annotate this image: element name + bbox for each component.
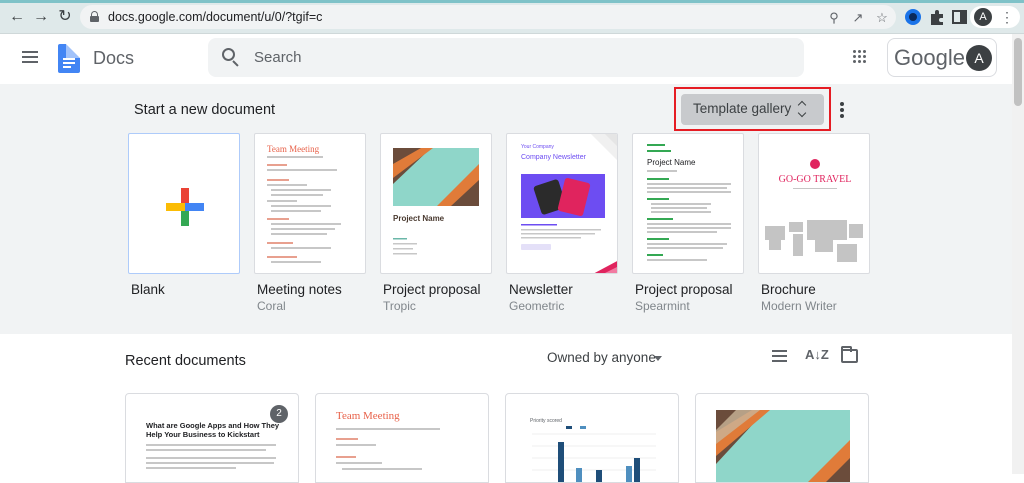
doc-preview-heading: Team Meeting bbox=[336, 410, 400, 422]
template-thumbnail[interactable]: Project Name bbox=[632, 133, 744, 274]
doc-preview-chart bbox=[532, 426, 656, 482]
template-subtitle: Tropic bbox=[383, 299, 416, 313]
profile-chip[interactable]: A ⋮ bbox=[970, 6, 1020, 28]
plus-icon-bar bbox=[166, 203, 204, 211]
template-thumbnail[interactable]: Project Name bbox=[380, 133, 492, 274]
lock-icon[interactable] bbox=[90, 11, 99, 22]
sidepanel-icon[interactable] bbox=[951, 8, 969, 26]
search-bar[interactable] bbox=[208, 38, 804, 77]
search-input[interactable] bbox=[254, 38, 794, 77]
template-subtitle: Spearmint bbox=[635, 299, 690, 313]
thumb-title: Company Newsletter bbox=[521, 154, 586, 161]
tropic-art bbox=[393, 148, 479, 255]
google-account-button[interactable]: Google A bbox=[887, 38, 997, 77]
app-name[interactable]: Docs bbox=[93, 48, 134, 69]
template-name: Newsletter bbox=[509, 282, 573, 297]
template-name: Project proposal bbox=[635, 282, 733, 297]
recent-doc-card[interactable]: Team Meeting bbox=[315, 393, 489, 483]
section-title: Start a new document bbox=[134, 102, 276, 118]
thumb-company: Your Company bbox=[521, 144, 554, 150]
back-icon[interactable]: ← bbox=[8, 8, 26, 26]
address-bar[interactable]: docs.google.com/document/u/0/?tgif=c ⚲ ↗… bbox=[80, 5, 896, 29]
recent-documents-title: Recent documents bbox=[125, 353, 246, 369]
search-icon[interactable] bbox=[222, 48, 240, 67]
apps-grid-icon[interactable] bbox=[853, 50, 867, 64]
star-icon[interactable]: ☆ bbox=[874, 10, 890, 26]
template-thumbnail[interactable]: Team Meeting bbox=[254, 133, 366, 274]
template-name: Blank bbox=[131, 282, 165, 297]
recent-doc-card[interactable]: 2 What are Google Apps and How They Help… bbox=[125, 393, 299, 483]
sort-az-icon[interactable]: A↓Z bbox=[805, 347, 829, 362]
thumb-title: Project Name bbox=[393, 214, 445, 223]
doc-preview-heading: What are Google Apps and How They Help Y… bbox=[146, 421, 280, 439]
template-section: Start a new document Template gallery Bl… bbox=[0, 84, 1012, 334]
docs-header: Docs Google A bbox=[0, 34, 1012, 84]
more-vert-icon[interactable] bbox=[840, 102, 844, 118]
profile-avatar[interactable]: A bbox=[974, 8, 992, 26]
chevron-down-icon[interactable] bbox=[654, 356, 662, 361]
template-name: Project proposal bbox=[383, 282, 481, 297]
share-icon[interactable]: ↗ bbox=[850, 10, 866, 26]
url-text[interactable]: docs.google.com/document/u/0/?tgif=c bbox=[108, 10, 322, 24]
template-subtitle: Modern Writer bbox=[761, 299, 837, 313]
doc-preview-art bbox=[716, 410, 850, 482]
template-gallery-label: Template gallery bbox=[693, 101, 792, 116]
template-subtitle: Coral bbox=[257, 299, 286, 313]
browser-toolbar: ← → ↻ docs.google.com/document/u/0/?tgif… bbox=[0, 0, 1024, 34]
browser-menu-icon[interactable]: ⋮ bbox=[1000, 8, 1014, 26]
hamburger-icon[interactable] bbox=[22, 51, 38, 63]
template-gallery-button[interactable]: Template gallery bbox=[681, 94, 824, 125]
folder-icon[interactable] bbox=[841, 346, 858, 363]
recent-doc-card[interactable] bbox=[695, 393, 869, 483]
forward-icon[interactable]: → bbox=[32, 8, 50, 26]
account-avatar[interactable]: A bbox=[966, 45, 992, 71]
recent-doc-card[interactable]: Priority scored bbox=[505, 393, 679, 483]
list-view-icon[interactable] bbox=[772, 350, 787, 363]
thumb-title: GO-GO TRAVEL bbox=[778, 174, 852, 185]
google-logo-text: Google bbox=[894, 45, 965, 70]
reload-icon[interactable]: ↻ bbox=[56, 8, 74, 26]
thumb-title: Team Meeting bbox=[267, 144, 320, 154]
zoom-icon[interactable]: ⚲ bbox=[826, 10, 842, 26]
puzzle-icon[interactable] bbox=[928, 8, 946, 26]
thumb-title: Project Name bbox=[647, 158, 696, 167]
page-scrollbar[interactable] bbox=[1012, 34, 1024, 474]
template-thumbnail[interactable]: Your Company Company Newsletter bbox=[506, 133, 618, 274]
template-thumbnail[interactable]: GO-GO TRAVEL bbox=[758, 133, 870, 274]
template-name: Brochure bbox=[761, 282, 816, 297]
template-name: Meeting notes bbox=[257, 282, 342, 297]
tab-strip-edge bbox=[0, 0, 1024, 3]
brochure-art bbox=[765, 159, 863, 262]
owner-filter-dropdown[interactable]: Owned by anyone bbox=[547, 350, 656, 365]
scrollbar-thumb[interactable] bbox=[1014, 38, 1022, 106]
unfold-icon bbox=[797, 100, 807, 118]
docs-logo-icon[interactable] bbox=[58, 44, 80, 73]
extension-icon[interactable] bbox=[904, 8, 922, 26]
template-thumbnail[interactable] bbox=[128, 133, 240, 274]
template-subtitle: Geometric bbox=[509, 299, 565, 313]
